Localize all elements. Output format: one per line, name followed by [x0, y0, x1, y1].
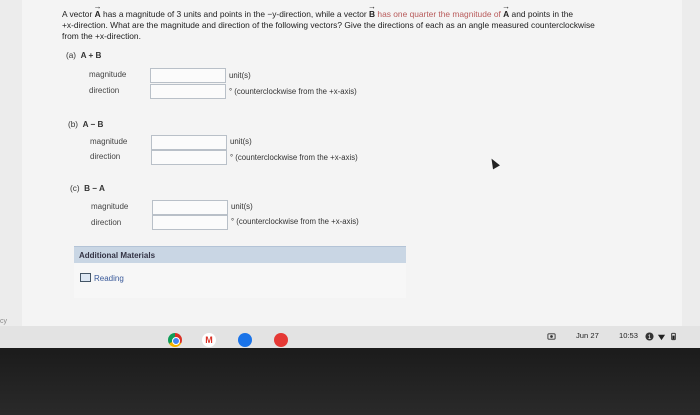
screen-capture-icon[interactable]: [547, 332, 556, 341]
part-expression: A − B: [82, 120, 104, 129]
part-b-magnitude-input[interactable]: [151, 135, 227, 150]
part-prefix: (a): [66, 51, 77, 60]
reading-label: Reading: [94, 274, 124, 283]
docs-icon[interactable]: [238, 333, 252, 347]
direction-unit: ° (counterclockwise from the +x-axis): [231, 217, 359, 226]
time-label[interactable]: 10:53: [619, 331, 638, 340]
direction-unit: ° (counterclockwise from the +x-axis): [229, 87, 357, 96]
vector-b-symbol: B: [368, 1, 376, 20]
direction-unit: ° (counterclockwise from the +x-axis): [230, 153, 358, 162]
laptop-bezel: [0, 348, 700, 415]
problem-text: from the +x-direction.: [62, 31, 141, 41]
date-label[interactable]: Jun 27: [576, 331, 599, 340]
browser-page: A vector A has a magnitude of 3 units an…: [0, 0, 700, 326]
problem-text: A vector: [62, 9, 95, 19]
part-expression: B − A: [84, 184, 105, 193]
part-a-magnitude-input[interactable]: [150, 68, 226, 83]
chrome-icon[interactable]: [168, 333, 182, 347]
part-c-label: (c) B − A: [70, 184, 105, 193]
magnitude-label: magnitude: [90, 137, 128, 146]
magnitude-unit: unit(s): [230, 137, 252, 146]
part-c-magnitude-input[interactable]: [152, 200, 228, 215]
problem-statement: A vector A has a magnitude of 3 units an…: [62, 1, 662, 42]
part-b-direction-input[interactable]: [151, 150, 227, 165]
part-prefix: (b): [68, 120, 79, 129]
part-a-direction-input[interactable]: [150, 84, 226, 99]
magnitude-label: magnitude: [91, 202, 129, 211]
vector-a-symbol: A: [94, 1, 102, 20]
part-a-label: (a) A + B: [66, 51, 101, 60]
magnitude-unit: unit(s): [231, 202, 253, 211]
problem-text: and points in the: [509, 9, 574, 19]
part-c-direction-input[interactable]: [152, 215, 228, 230]
direction-label: direction: [91, 218, 122, 227]
magnitude-label: magnitude: [89, 70, 127, 79]
side-text: cy: [0, 318, 7, 325]
direction-label: direction: [90, 152, 121, 161]
battery-icon[interactable]: [669, 332, 678, 341]
gmail-icon[interactable]: M: [202, 333, 216, 347]
vector-a-symbol: A: [502, 1, 510, 20]
part-b-label: (b) A − B: [68, 120, 103, 129]
direction-label: direction: [89, 86, 120, 95]
svg-text:1: 1: [648, 334, 652, 341]
youtube-icon[interactable]: [274, 333, 288, 347]
part-prefix: (c): [70, 184, 80, 193]
part-expression: A + B: [80, 51, 102, 60]
wifi-icon[interactable]: [657, 332, 666, 341]
book-icon: [80, 273, 91, 282]
problem-text: +x-direction. What are the magnitude and…: [62, 20, 595, 30]
screen: A vector A has a magnitude of 3 units an…: [0, 0, 700, 415]
highlighted-text: has one quarter the magnitude of: [375, 9, 504, 19]
additional-materials-title: Additional Materials: [79, 251, 156, 260]
additional-materials-header: Additional Materials: [74, 246, 406, 263]
reading-link[interactable]: Reading: [80, 273, 124, 283]
magnitude-unit: unit(s): [229, 71, 251, 80]
problem-text: has a magnitude of 3 units and points in…: [100, 9, 370, 19]
notification-icon[interactable]: 1: [645, 332, 654, 341]
